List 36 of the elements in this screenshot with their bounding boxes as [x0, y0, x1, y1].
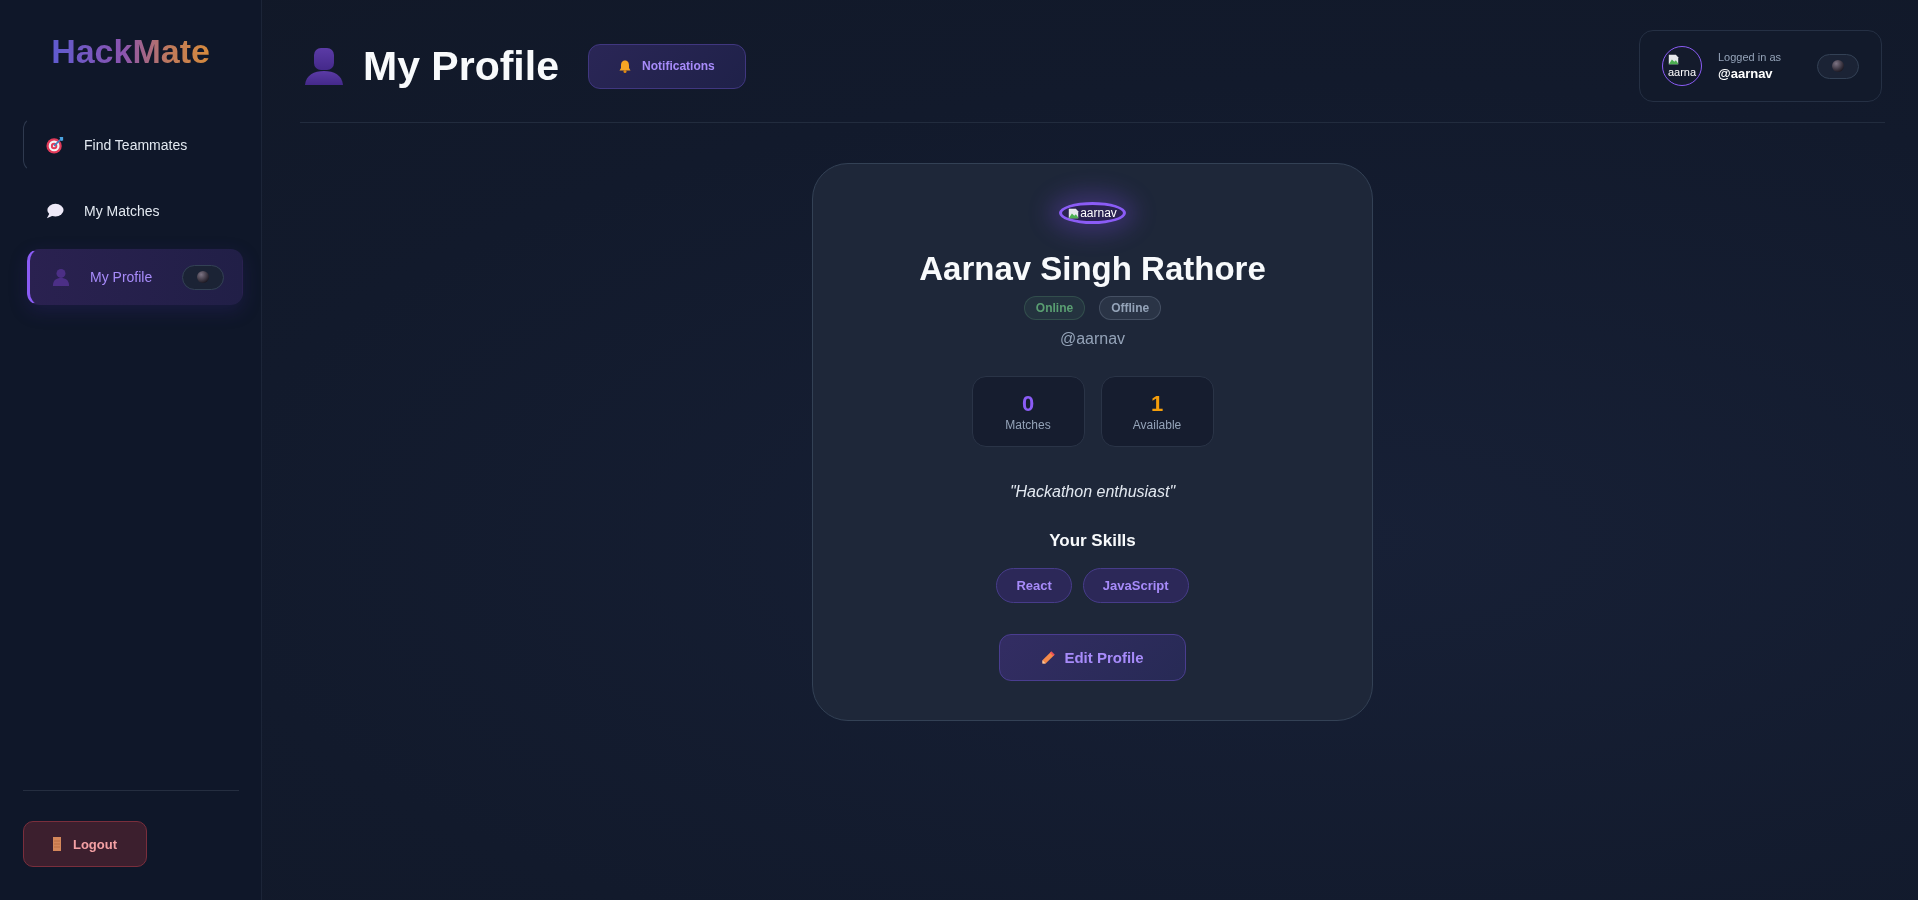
person-icon: [305, 47, 343, 85]
stat-label: Matches: [1005, 416, 1051, 433]
broken-image-icon: [1668, 53, 1679, 65]
sidebar-item[interactable]: Find Teammates: [23, 117, 239, 172]
stat-label: Available: [1132, 416, 1182, 433]
profile-name: Aarnav Singh Rathore: [919, 250, 1266, 288]
skill-tag: JavaScript: [1082, 568, 1189, 603]
theme-toggle-button[interactable]: [182, 264, 224, 290]
profile-bio: "Hackathon enthusiast": [1009, 482, 1176, 502]
pencil-icon: [1041, 650, 1057, 665]
edit-profile-button[interactable]: Edit Profile: [999, 634, 1186, 681]
sphere-icon: [197, 271, 209, 283]
target-icon: [46, 135, 64, 154]
page-title: My Profile: [363, 42, 559, 90]
person-icon: [52, 268, 70, 286]
avatar-alt-text: aarna: [1667, 65, 1697, 79]
sidebar-item[interactable]: My Matches: [23, 183, 239, 238]
notifications-button[interactable]: Notifications: [587, 43, 746, 89]
bell-icon: [619, 59, 632, 73]
stat-value: 1: [1150, 390, 1164, 417]
sidebar-item[interactable]: My Profile: [27, 249, 243, 305]
avatar-alt-text: aarnav: [1080, 206, 1117, 220]
status-badge: Online: [1023, 296, 1086, 320]
skill-tag: React: [996, 568, 1072, 603]
theme-toggle-button[interactable]: [1817, 53, 1859, 79]
stat-value: 0: [1021, 390, 1035, 417]
profile-username: @aarnav: [1059, 329, 1126, 349]
logout-button[interactable]: Logout: [23, 821, 147, 867]
logged-in-label: Logged in as: [1718, 50, 1782, 65]
skills-heading: Your Skills: [1049, 530, 1136, 552]
sphere-icon: [1832, 60, 1844, 72]
door-icon: [52, 837, 61, 851]
status-badge: Offline: [1099, 296, 1162, 320]
broken-image-icon: [1068, 207, 1080, 219]
speech-bubble-icon: [46, 201, 64, 220]
username: @aarnav: [1718, 65, 1774, 82]
